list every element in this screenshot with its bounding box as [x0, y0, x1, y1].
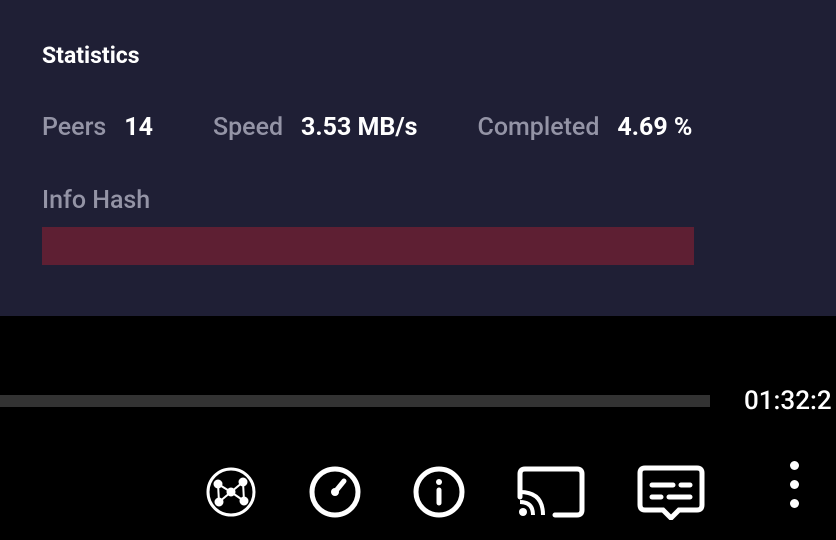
statistics-row: Peers 14 Speed 3.53 MB/s Completed 4.69 …: [42, 113, 794, 142]
globe-icon: [205, 466, 257, 518]
more-vertical-icon: [790, 461, 799, 470]
speed-stat: Speed 3.53 MB/s: [213, 113, 418, 142]
speed-button[interactable]: [309, 466, 361, 518]
player-area: 01:32:2: [0, 316, 836, 540]
speed-label: Speed: [213, 113, 283, 142]
more-options-button[interactable]: [774, 458, 814, 510]
progress-bar-container: 01:32:2: [0, 386, 836, 416]
speed-value: 3.53 MB/s: [301, 113, 417, 142]
info-hash-label: Info Hash: [42, 186, 794, 215]
statistics-title: Statistics: [42, 42, 794, 69]
statistics-panel: Statistics Peers 14 Speed 3.53 MB/s Comp…: [0, 0, 836, 316]
info-button[interactable]: [413, 466, 465, 518]
peers-stat: Peers 14: [42, 113, 153, 142]
cast-icon: [517, 466, 585, 518]
cast-button[interactable]: [517, 466, 585, 518]
control-bar: [205, 466, 705, 518]
progress-bar[interactable]: [0, 395, 710, 407]
info-icon: [413, 466, 465, 518]
subtitles-icon: [637, 465, 705, 520]
network-button[interactable]: [205, 466, 257, 518]
completed-stat: Completed 4.69 %: [478, 113, 693, 142]
speedometer-icon: [309, 466, 361, 518]
completed-label: Completed: [478, 113, 600, 142]
peers-value: 14: [124, 113, 153, 142]
info-hash-value[interactable]: [42, 227, 694, 265]
completed-value: 4.69 %: [617, 113, 692, 142]
subtitles-button[interactable]: [637, 466, 705, 518]
time-display: 01:32:2: [744, 386, 832, 416]
peers-label: Peers: [42, 113, 106, 142]
